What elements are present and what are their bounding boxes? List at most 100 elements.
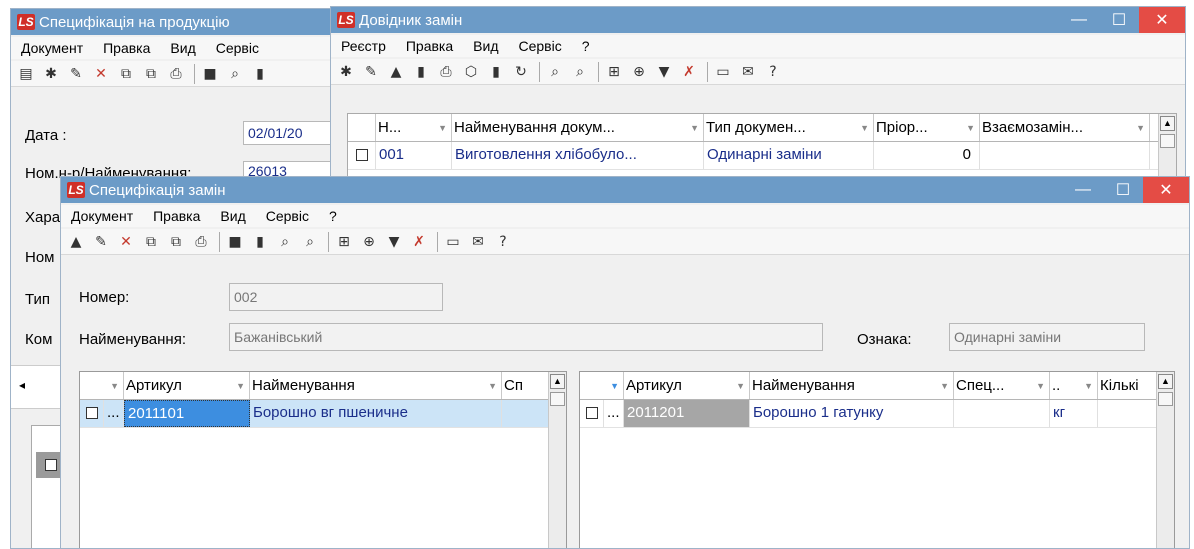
form-icon[interactable]: ▭	[712, 61, 734, 83]
table-row[interactable]: ... 2011101 Борошно вг пшеничне	[80, 400, 566, 428]
block-icon[interactable]: ■	[199, 63, 221, 85]
menu-edit[interactable]: Правка	[396, 38, 463, 54]
scroll-thumb[interactable]	[1160, 134, 1175, 148]
edit-doc-icon[interactable]: ✎	[360, 61, 382, 83]
block-icon[interactable]: ■	[224, 231, 246, 253]
minimize-icon[interactable]: —	[1063, 177, 1103, 203]
clear-filter-icon[interactable]: ✗	[678, 61, 700, 83]
row-check-cell[interactable]	[580, 400, 604, 427]
table-icon[interactable]: ⊞	[333, 231, 355, 253]
search-icon[interactable]: ⌕	[224, 63, 246, 85]
menu-registry[interactable]: Реєстр	[331, 38, 396, 54]
edit-doc-icon[interactable]: ✎	[65, 63, 87, 85]
name-field[interactable]: Бажанівський	[229, 323, 823, 351]
mail-icon[interactable]: ✉	[737, 61, 759, 83]
table-row[interactable]: 001 Виготовлення хлібобуло... Одинарні з…	[348, 142, 1176, 170]
col-article[interactable]: Артикул ▼	[624, 372, 750, 399]
number-field[interactable]: 002	[229, 283, 443, 311]
bookmark-icon[interactable]: ▮	[249, 63, 271, 85]
col-article[interactable]: Артикул ▼	[124, 372, 250, 399]
col-name[interactable]: Найменування ▼	[250, 372, 502, 399]
menu-service[interactable]: Сервіс	[256, 208, 319, 224]
package-icon[interactable]: ⬡	[460, 61, 482, 83]
menu-edit[interactable]: Правка	[143, 208, 210, 224]
sign-field[interactable]: Одинарні заміни	[949, 323, 1145, 351]
tree-icon[interactable]: ⊕	[358, 231, 380, 253]
block-icon[interactable]: ▮	[485, 61, 507, 83]
new-row-icon[interactable]: ▲	[65, 231, 87, 253]
row-checkbox[interactable]	[85, 407, 98, 420]
scroll-up-icon[interactable]: ▲	[1160, 116, 1175, 131]
paste-doc-icon[interactable]: ⧉	[140, 63, 162, 85]
date-field[interactable]: 02/01/20	[243, 121, 333, 145]
vertical-scrollbar[interactable]: ▲	[548, 372, 566, 548]
new-doc-icon[interactable]: ✱	[40, 63, 62, 85]
filter-icon[interactable]: ▼	[653, 61, 675, 83]
scroll-thumb[interactable]	[1158, 392, 1173, 406]
row-checkbox[interactable]	[45, 459, 57, 471]
maximize-icon[interactable]: ☐	[1103, 177, 1143, 203]
menu-document[interactable]: Документ	[11, 40, 93, 56]
delete-doc-icon[interactable]: ✕	[90, 63, 112, 85]
search-next-icon[interactable]: ⌕	[569, 61, 591, 83]
maximize-icon[interactable]: ☐	[1099, 7, 1139, 33]
copy-doc-icon[interactable]: ⧉	[115, 63, 137, 85]
row-check-cell[interactable]	[80, 400, 104, 427]
scroll-left-icon[interactable]: ◂	[19, 378, 25, 392]
col-spec[interactable]: Сп	[502, 372, 550, 399]
col-mutual[interactable]: Взаємозамін... ▼	[980, 114, 1150, 141]
scroll-up-icon[interactable]: ▲	[550, 374, 565, 389]
col-spec[interactable]: Спец... ▼	[954, 372, 1050, 399]
copy-doc-icon[interactable]: ▲	[385, 61, 407, 83]
search-next-icon[interactable]: ⌕	[299, 231, 321, 253]
col-name[interactable]: Найменування докум... ▼	[452, 114, 704, 141]
bookmark-icon[interactable]: ▮	[249, 231, 271, 253]
help-icon[interactable]: ?	[492, 231, 514, 253]
print-icon[interactable]: ⎙	[165, 63, 187, 85]
menu-view[interactable]: Вид	[160, 40, 205, 56]
table-row[interactable]: ... 2011201 Борошно 1 гатунку кг	[580, 400, 1174, 428]
menu-service[interactable]: Сервіс	[206, 40, 269, 56]
scroll-up-icon[interactable]: ▲	[1158, 374, 1173, 389]
col-quantity[interactable]: Кількі	[1098, 372, 1158, 399]
search-icon[interactable]: ⌕	[544, 61, 566, 83]
new-doc-icon[interactable]: ✱	[335, 61, 357, 83]
row-check-cell[interactable]	[348, 142, 376, 169]
form-icon[interactable]: ▭	[442, 231, 464, 253]
menu-document[interactable]: Документ	[61, 208, 143, 224]
menu-view[interactable]: Вид	[210, 208, 255, 224]
minimize-icon[interactable]: —	[1059, 7, 1099, 33]
edit-row-icon[interactable]: ✎	[90, 231, 112, 253]
help-icon[interactable]: ?	[762, 61, 784, 83]
copy-row-icon[interactable]: ⧉	[140, 231, 162, 253]
vertical-scrollbar[interactable]: ▲	[1156, 372, 1174, 548]
clear-filter-icon[interactable]: ✗	[408, 231, 430, 253]
col-priority[interactable]: Пріор... ▼	[874, 114, 980, 141]
col-number[interactable]: Н... ▼	[376, 114, 452, 141]
menu-help[interactable]: ?	[572, 38, 600, 54]
search-icon[interactable]: ⌕	[274, 231, 296, 253]
menu-edit[interactable]: Правка	[93, 40, 160, 56]
menu-view[interactable]: Вид	[463, 38, 508, 54]
print-icon[interactable]: ⎙	[435, 61, 457, 83]
table-icon[interactable]: ⊞	[603, 61, 625, 83]
close-icon[interactable]: ✕	[1143, 177, 1189, 203]
menu-help[interactable]: ?	[319, 208, 347, 224]
filter-icon[interactable]: ▼	[383, 231, 405, 253]
print-icon[interactable]: ⎙	[190, 231, 212, 253]
col-unit[interactable]: .. ▼	[1050, 372, 1098, 399]
col-name[interactable]: Найменування ▼	[750, 372, 954, 399]
tree-icon[interactable]: ⊕	[628, 61, 650, 83]
mail-icon[interactable]: ✉	[467, 231, 489, 253]
paste-row-icon[interactable]: ⧉	[165, 231, 187, 253]
row-checkbox[interactable]	[585, 407, 598, 420]
row-checkbox[interactable]	[355, 149, 368, 162]
scroll-thumb[interactable]	[550, 392, 565, 406]
create-doc-icon[interactable]: ▤	[15, 63, 37, 85]
delete-row-icon[interactable]: ✕	[115, 231, 137, 253]
refresh-icon[interactable]: ↻	[510, 61, 532, 83]
paste-doc-icon[interactable]: ▮	[410, 61, 432, 83]
col-type[interactable]: Тип докумен... ▼	[704, 114, 874, 141]
menu-service[interactable]: Сервіс	[508, 38, 571, 54]
close-icon[interactable]: ✕	[1139, 7, 1185, 33]
